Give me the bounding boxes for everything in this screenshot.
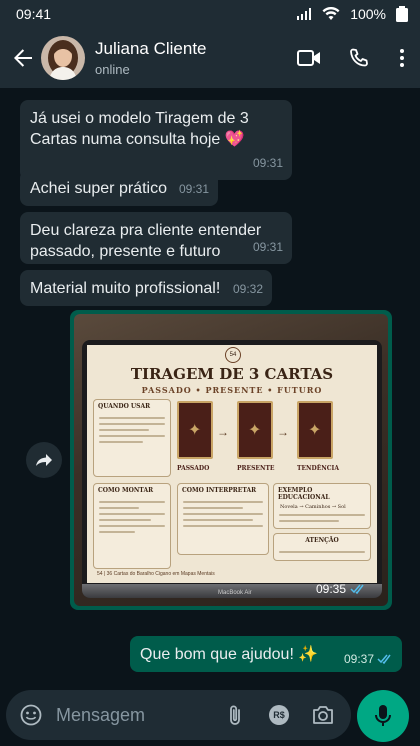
- image-time: 09:35: [316, 582, 366, 596]
- chat-area[interactable]: Já usei o modelo Tiragem de 3 Cartas num…: [0, 88, 420, 688]
- contact-name: Juliana Cliente: [95, 39, 207, 58]
- section-heading: QUANDO USAR: [98, 403, 151, 410]
- wifi-icon: [322, 7, 340, 20]
- incoming-message[interactable]: Já usei o modelo Tiragem de 3 Cartas num…: [20, 100, 292, 180]
- card-label: PASSADO: [177, 465, 210, 472]
- incoming-message[interactable]: Material muito profissional! 09:32: [20, 270, 272, 306]
- document-subtitle: PASSADO • PRESENTE • FUTURO: [141, 385, 323, 395]
- section-heading: COMO INTERPRETAR: [182, 487, 257, 494]
- photo[interactable]: 54 TIRAGEM DE 3 CARTAS PASSADO • PRESENT…: [74, 314, 388, 606]
- payment-icon: R$: [269, 705, 289, 725]
- tarot-card: [177, 401, 213, 459]
- tarot-card: [297, 401, 333, 459]
- attach-button[interactable]: [213, 690, 257, 740]
- paperclip-icon: [230, 705, 240, 725]
- video-camera-icon: [297, 50, 320, 66]
- emoji-icon: [20, 704, 42, 726]
- signal-icon: [297, 8, 312, 20]
- payment-button[interactable]: R$: [257, 690, 301, 740]
- document-title: TIRAGEM DE 3 CARTAS: [130, 365, 334, 383]
- voice-message-button[interactable]: [357, 690, 409, 742]
- page-badge: 54: [225, 347, 241, 363]
- emoji-button[interactable]: [8, 690, 54, 740]
- back-arrow-icon: [14, 49, 32, 67]
- back-button[interactable]: [2, 28, 44, 88]
- message-time-wrap: 09:37: [344, 652, 393, 666]
- card-label: PRESENTE: [237, 465, 275, 472]
- phone-icon: [350, 48, 368, 67]
- message-time: 09:37: [343, 652, 374, 666]
- forward-icon: [36, 454, 52, 466]
- message-time: 09:32: [232, 282, 263, 296]
- section-heading: ATENÇÃO: [305, 537, 339, 544]
- section-box: COMO INTERPRETAR: [177, 483, 269, 555]
- section-box: ATENÇÃO: [273, 533, 371, 561]
- read-receipt-icon: [377, 654, 391, 664]
- section-heading: COMO MONTAR: [98, 487, 154, 494]
- contact-info[interactable]: Juliana Cliente online: [95, 39, 284, 77]
- document-preview: 54 TIRAGEM DE 3 CARTAS PASSADO • PRESENT…: [87, 345, 377, 583]
- outgoing-message[interactable]: Que bom que ajudou! ✨ 09:37: [130, 636, 402, 672]
- message-text: Material muito profissional!: [30, 280, 221, 297]
- message-text: Já usei o modelo Tiragem de 3 Cartas num…: [30, 110, 249, 148]
- laptop-image: 54 TIRAGEM DE 3 CARTAS PASSADO • PRESENT…: [82, 340, 382, 598]
- microphone-icon: [375, 705, 391, 726]
- incoming-message[interactable]: Deu clareza pra cliente entender passado…: [20, 212, 292, 264]
- section-box: QUANDO USAR: [93, 399, 171, 477]
- message-input-bar: Mensagem R$: [6, 690, 351, 740]
- message-time: 09:35: [315, 582, 346, 596]
- document-footer: 54 | 36 Cartas do Baralho Cigano em Mapa…: [97, 571, 215, 577]
- section-heading: EXEMPLO EDUCACIONAL: [278, 487, 330, 501]
- laptop-brand: MacBook Air: [218, 590, 252, 596]
- tarot-card: [237, 401, 273, 459]
- image-message[interactable]: 54 TIRAGEM DE 3 CARTAS PASSADO • PRESENT…: [70, 310, 392, 610]
- incoming-message[interactable]: Achei super prático 09:31: [20, 170, 218, 206]
- card-label: TENDÊNCIA: [297, 465, 340, 472]
- more-vertical-icon: [400, 49, 404, 67]
- menu-button[interactable]: [384, 28, 420, 88]
- camera-icon: [313, 706, 333, 724]
- battery-icon: [396, 6, 408, 22]
- video-call-button[interactable]: [284, 28, 334, 88]
- camera-button[interactable]: [301, 690, 345, 740]
- status-bar: 09:41 100%: [0, 0, 420, 28]
- arrow-right-icon: →: [217, 425, 229, 439]
- battery-level: 100%: [350, 6, 386, 22]
- read-receipt-icon: [350, 584, 364, 594]
- status-time: 09:41: [16, 6, 52, 22]
- message-text: Deu clareza pra cliente entender passado…: [30, 222, 262, 260]
- chat-header: Juliana Cliente online: [0, 28, 420, 88]
- section-box: EXEMPLO EDUCACIONAL Novela → Caminhos → …: [273, 483, 371, 529]
- message-time: 09:31: [252, 240, 283, 254]
- message-time: 09:31: [178, 182, 209, 196]
- avatar[interactable]: [41, 36, 85, 80]
- message-input[interactable]: Mensagem: [56, 705, 213, 726]
- example-flow: Novela → Caminhos → Sol: [280, 504, 346, 510]
- voice-call-button[interactable]: [334, 28, 384, 88]
- arrow-right-icon: →: [277, 425, 289, 439]
- section-box: COMO MONTAR: [93, 483, 171, 569]
- forward-button[interactable]: [26, 442, 62, 478]
- message-time: 09:31: [252, 156, 283, 170]
- contact-status: online: [95, 62, 130, 77]
